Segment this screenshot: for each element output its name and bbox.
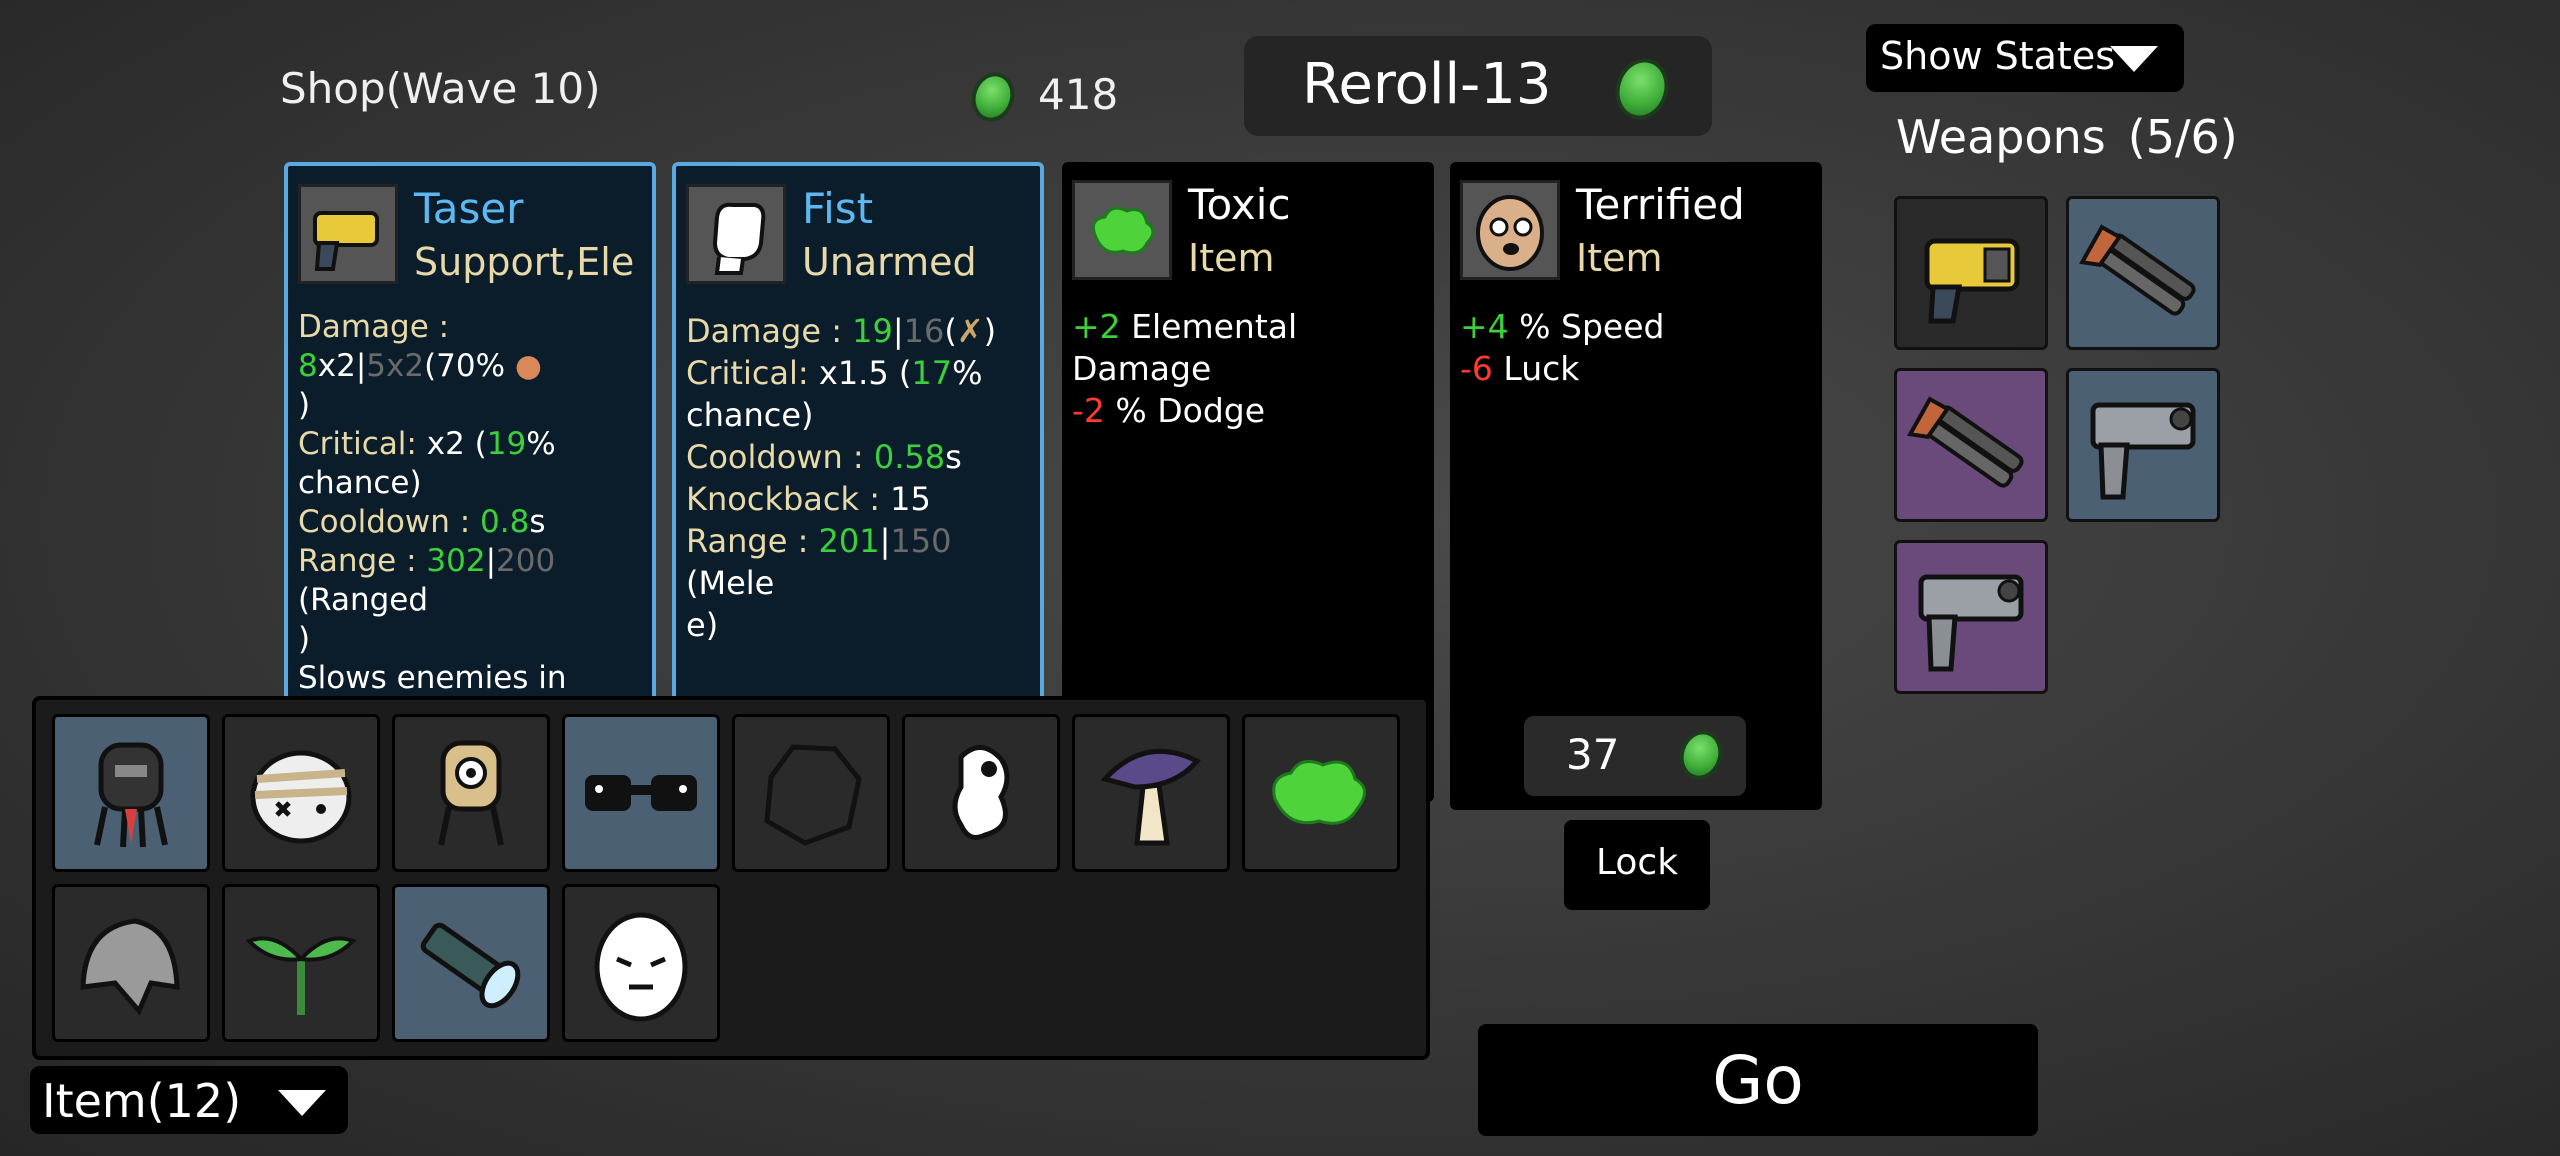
coal-rock-icon [764,744,862,846]
sword-icon: ✗ [956,312,984,350]
shop-card-taser[interactable]: Taser Support,Ele Damage : 8x2|5x2(70% ●… [284,162,656,774]
card-name: Fist [802,184,874,233]
item-slot[interactable] [1072,714,1230,872]
helmet-robot-icon [94,742,168,848]
taser-icon [1924,238,2020,324]
go-label: Go [1712,1042,1804,1119]
show-states-label: Show States [1880,34,2115,78]
stat-line: -6 Luck [1460,349,1580,388]
item-slot[interactable] [902,714,1060,872]
item-slot[interactable] [52,714,210,872]
go-button[interactable]: Go [1478,1024,2038,1136]
weapons-title: Weapons (5/6) [1896,110,2238,164]
toxic-blob-icon [1072,180,1172,280]
item-slot[interactable] [1242,714,1400,872]
shotgun-icon [2079,224,2196,316]
stat-damage: Damage : 8x2|5x2(70% ●) [298,309,542,423]
card-type: Item [1576,236,1663,280]
coin-count: 418 [1038,70,1119,119]
stat-damage: Damage : 19|16(✗) [686,312,997,350]
item-slot[interactable] [222,714,380,872]
sprout-icon [245,936,357,1015]
item-slot[interactable] [52,884,210,1042]
taser-icon [298,184,398,284]
stat-range: Range : 302|200 (Ranged) [298,543,556,657]
lock-label: Lock [1595,842,1679,883]
stat-line: -2 % Dodge [1072,391,1266,430]
item-tab-label: Item(12) [42,1074,242,1128]
price-value: 37 [1566,730,1620,779]
card-type: Unarmed [802,240,977,284]
stat-knockback: Knockback : 15 [686,480,931,518]
stat-line: +4 % Speed [1460,307,1665,346]
flashlight-icon [420,922,521,1009]
sunglasses-icon [585,775,697,811]
price-tag: 37 [1524,716,1746,796]
weapon-slot-shotgun-2[interactable] [1894,368,2048,522]
card-type: Support,Ele [414,240,635,284]
flame-icon: ● [505,348,542,384]
item-slot[interactable] [562,714,720,872]
toxic-blob-icon [1272,759,1366,825]
ghost-icon [952,745,1010,840]
card-name: Taser [414,184,524,233]
shop-card-fist[interactable]: Fist Unarmed Damage : 19|16(✗) Critical:… [672,162,1044,722]
shop-title: Shop(Wave 10) [280,64,601,113]
weapon-slot-pistol-2[interactable] [1894,540,2048,694]
shotgun-icon [1907,396,2024,488]
show-states-button[interactable]: Show States [1866,24,2184,92]
item-slot[interactable] [732,714,890,872]
terrified-face-icon [1460,180,1560,280]
weapon-slot-shotgun[interactable] [2066,196,2220,350]
stat-line: +2 Elemental Damage [1072,307,1298,388]
stat-critical: Critical: x1.5 (17% chance) [686,354,983,434]
mushroom-icon [1100,748,1201,846]
item-slot[interactable] [222,884,380,1042]
item-inventory [32,696,1430,1060]
item-slot[interactable] [562,884,720,1042]
target-robot-icon [438,740,504,846]
pistol-icon [2090,402,2196,500]
stat-cooldown: Cooldown : 0.58s [686,438,962,476]
weapon-slot-taser[interactable] [1894,196,2048,350]
card-type: Item [1188,236,1275,280]
card-name: Terrified [1576,180,1745,229]
lock-button[interactable]: Lock [1564,820,1710,910]
item-tab-button[interactable]: Item(12) [30,1066,348,1134]
coin-icon [1673,724,1729,786]
bandaged-face-icon [250,750,352,844]
stat-cooldown: Cooldown : 0.8s [298,504,546,540]
item-slot[interactable] [392,884,550,1042]
reroll-button[interactable]: Reroll-13 [1244,36,1712,136]
egg-face-icon [594,912,688,1022]
stat-critical: Critical: x2 (19% chance) [298,426,556,501]
stat-range: Range : 201|150 (Mele e) [686,522,952,644]
shop-card-terrified[interactable]: Terrified Item +4 % Speed -6 Luck [1450,162,1822,810]
coin-icon [965,66,1021,128]
reroll-label: Reroll-13 [1302,52,1552,117]
chevron-down-icon [278,1090,326,1116]
weapon-slot-pistol[interactable] [2066,368,2220,522]
card-name: Toxic [1188,180,1291,229]
helmet-icon [80,918,180,1016]
item-slot[interactable] [392,714,550,872]
chevron-down-icon [2110,46,2158,72]
coin-icon [1607,51,1677,127]
fist-icon [686,184,786,284]
pistol-icon [1918,574,2024,672]
